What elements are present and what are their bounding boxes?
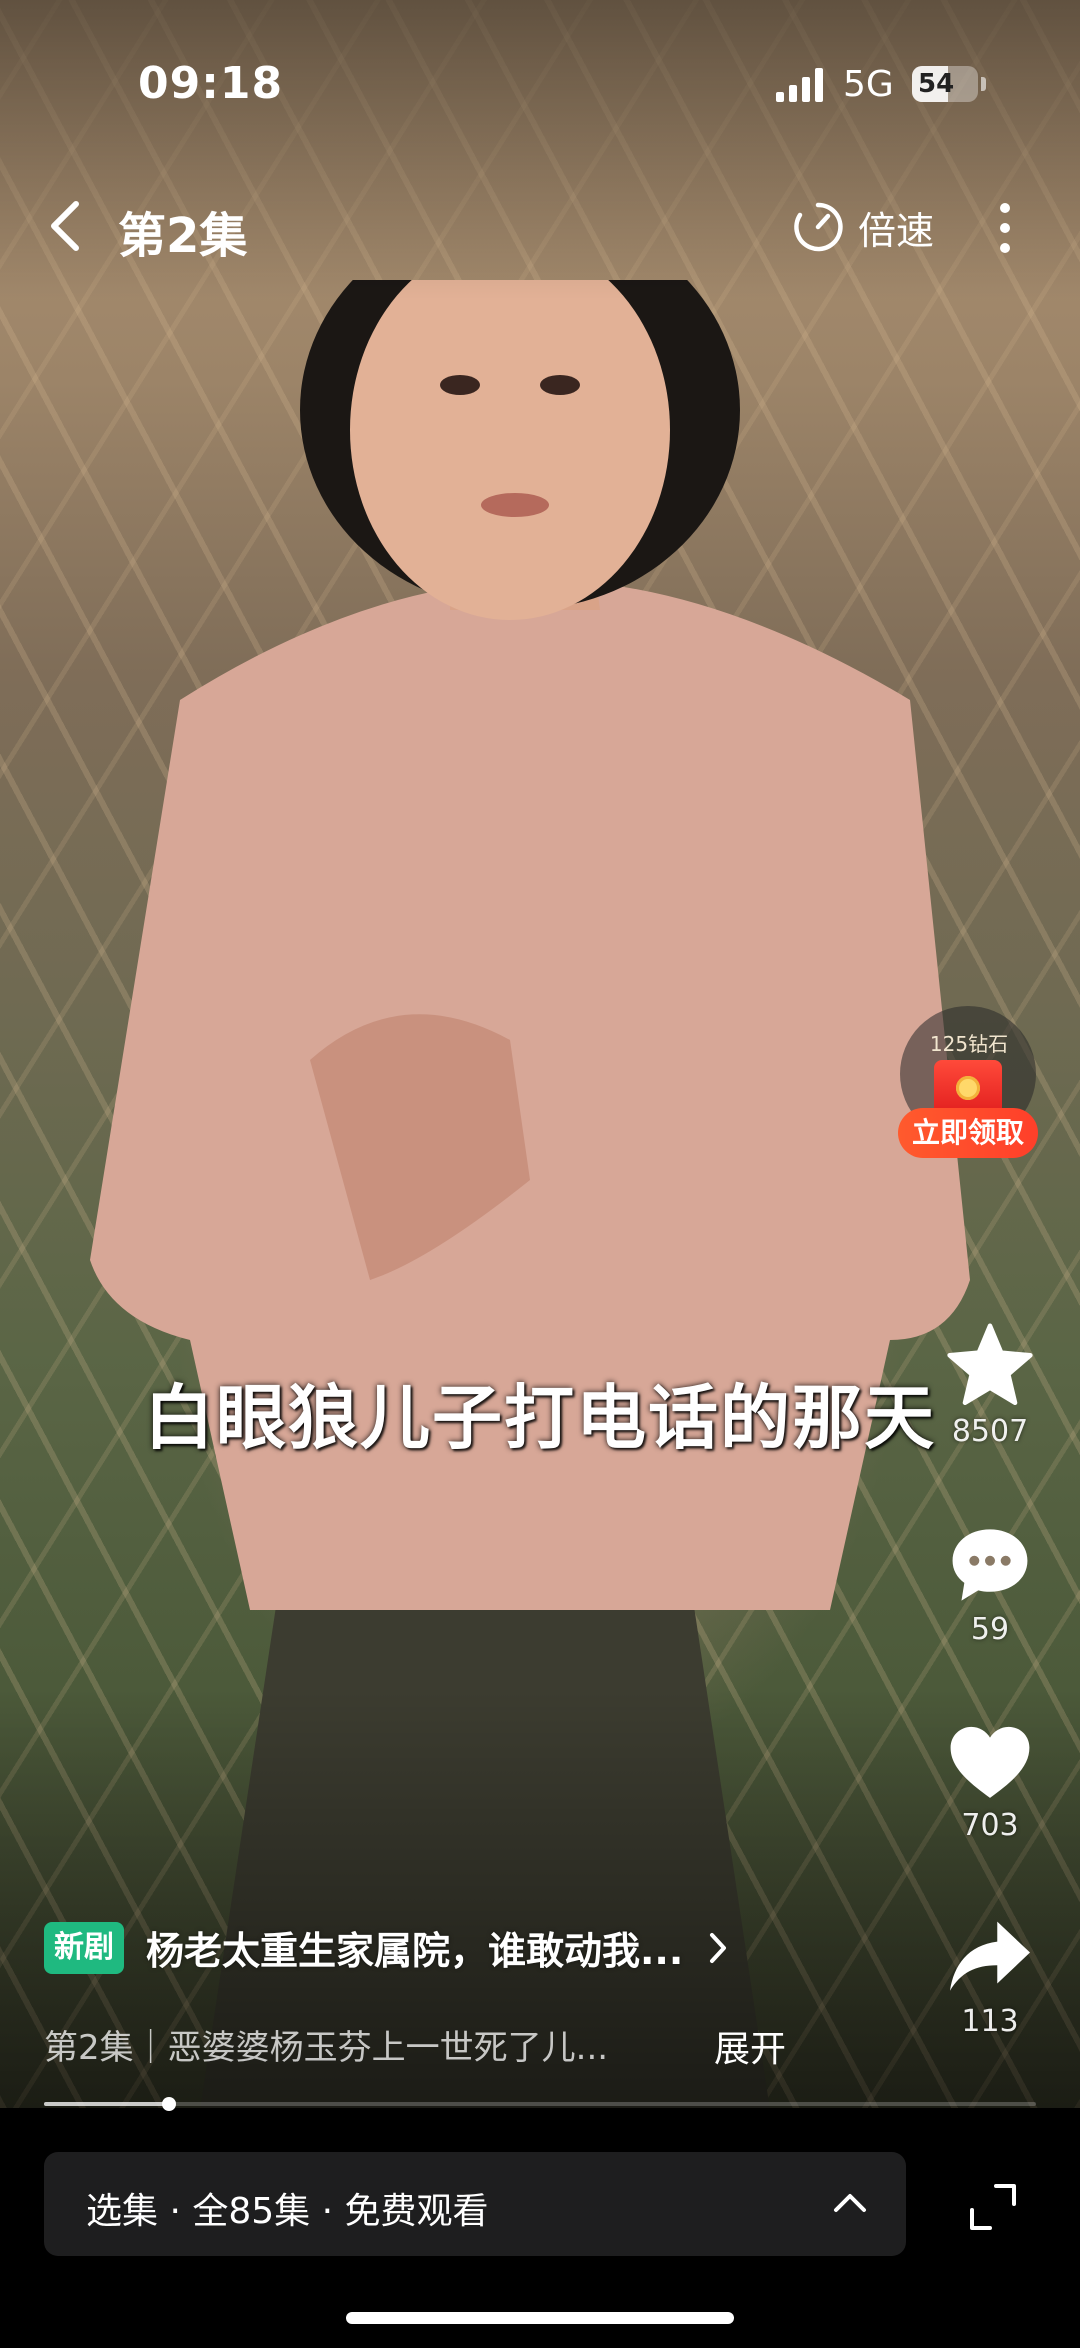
- share-count: 113: [961, 2004, 1019, 2039]
- episode-selector-label: 选集 · 全85集 · 免费观看: [86, 2191, 489, 2232]
- signal-icon: [776, 68, 823, 102]
- episode-selector-bar[interactable]: 选集 · 全85集 · 免费观看: [44, 2152, 906, 2256]
- episode-description: 第2集｜恶婆婆杨玉芬上一世死了儿...: [44, 2028, 609, 2068]
- collect-count: 8507: [951, 1414, 1029, 1449]
- chevron-up-icon: [834, 2194, 866, 2212]
- more-vertical-icon[interactable]: [990, 198, 1020, 258]
- claim-button[interactable]: 立即领取: [898, 1108, 1038, 1158]
- video-subtitle: 白眼狼儿子打电话的那天: [144, 1377, 936, 1459]
- new-drama-badge: 新剧: [44, 1921, 124, 1974]
- share-icon: [950, 1921, 1030, 1991]
- like-count: 703: [961, 1808, 1019, 1843]
- progress-knob[interactable]: [161, 2097, 176, 2111]
- progress-played: [44, 2102, 169, 2106]
- battery-tip: [981, 77, 986, 91]
- comment-icon: [952, 1529, 1028, 1601]
- speed-label: 倍速: [858, 208, 935, 253]
- back-icon[interactable]: [46, 196, 86, 256]
- battery-icon: 54: [912, 66, 978, 102]
- drama-title[interactable]: 杨老太重生家属院，谁敢动我...: [146, 1920, 683, 1975]
- fullscreen-icon[interactable]: [966, 2180, 1020, 2234]
- home-indicator[interactable]: [346, 2312, 734, 2324]
- comment-button[interactable]: 59: [940, 1524, 1040, 1647]
- heart-icon: [950, 1726, 1030, 1798]
- episode-title: 第2集: [118, 208, 248, 264]
- chevron-right-icon: [710, 1932, 727, 1963]
- expand-button[interactable]: 展开: [714, 2020, 786, 2072]
- comment-count: 59: [970, 1612, 1010, 1647]
- network-type: 5G: [843, 64, 894, 105]
- reward-amount: 125钻石: [929, 1032, 1009, 1056]
- status-time: 09:18: [138, 58, 284, 109]
- star-icon: [947, 1323, 1033, 1406]
- collect-button[interactable]: 8507: [940, 1322, 1040, 1449]
- speed-dial-icon: [794, 202, 843, 252]
- speed-button[interactable]: 倍速: [792, 200, 934, 254]
- battery-level: 54: [918, 69, 955, 99]
- share-button[interactable]: 113: [940, 1918, 1040, 2039]
- drama-title-row[interactable]: 新剧 杨老太重生家属院，谁敢动我...: [44, 1920, 729, 1975]
- like-button[interactable]: 703: [940, 1722, 1040, 1843]
- video-progress-bar[interactable]: [44, 2097, 1036, 2111]
- reward-badge[interactable]: 125钻石 立即领取: [898, 1006, 1040, 1166]
- status-bar: 09:18 5G 54: [0, 0, 1080, 160]
